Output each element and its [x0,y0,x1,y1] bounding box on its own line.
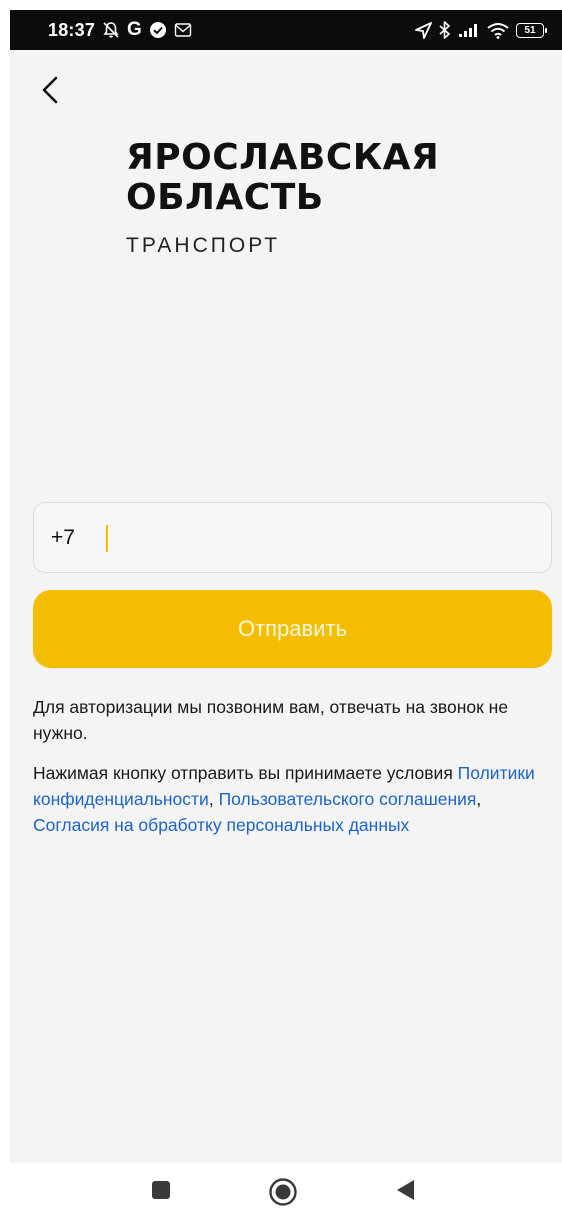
logo-title: ЯРОСЛАВСКАЯ ОБЛАСТЬ [126,137,440,218]
submit-button[interactable]: Отправить [33,590,552,668]
mail-icon [174,22,192,38]
back-button[interactable] [30,70,70,110]
status-time: 18:37 [48,19,96,40]
location-arrow-icon [415,21,432,39]
signal-icon [458,22,480,38]
terms-separator: , [476,789,482,809]
call-notice: Для авторизации мы позвоним вам, отвечат… [33,697,509,743]
terms-text: Нажимая кнопку отправить вы принимаете у… [33,760,548,838]
google-icon: G [127,19,142,40]
check-circle-icon [149,21,167,39]
status-bar-left: 18:37 G [48,19,192,41]
terms-separator: , [208,789,219,809]
status-bar-right: 51 [415,21,547,39]
recents-square-icon[interactable] [150,1179,172,1206]
terms-prefix: Нажимая кнопку отправить вы принимаете у… [33,763,458,783]
home-circle-icon[interactable] [268,1177,298,1212]
status-bar: 18:37 G 51 [10,10,562,50]
info-text: Для авторизации мы позвоним вам, отвечат… [33,694,548,838]
app-logo: ЯРОСЛАВСКАЯ ОБЛАСТЬ ТРАНСПОРТ [126,138,439,258]
battery-icon: 51 [516,22,547,38]
logo-subtitle: ТРАНСПОРТ [126,234,281,257]
text-cursor [106,525,108,552]
user-agreement-link[interactable]: Пользовательского соглашения [219,789,477,809]
phone-input[interactable] [51,503,551,572]
chevron-left-icon [42,76,58,104]
bluetooth-icon [439,21,451,39]
bell-off-icon [102,21,120,39]
phone-field[interactable] [33,502,552,573]
back-triangle-icon[interactable] [394,1179,416,1206]
app-screen: 18:37 G 51 ЯРОСЛАВСКАЯ ОБЛАСТЬ ТРАНСПОРТ… [10,10,562,1163]
system-nav-bar [0,1163,562,1223]
personal-data-consent-link[interactable]: Согласия на обработку персональных данны… [33,815,409,835]
wifi-icon [487,22,509,39]
